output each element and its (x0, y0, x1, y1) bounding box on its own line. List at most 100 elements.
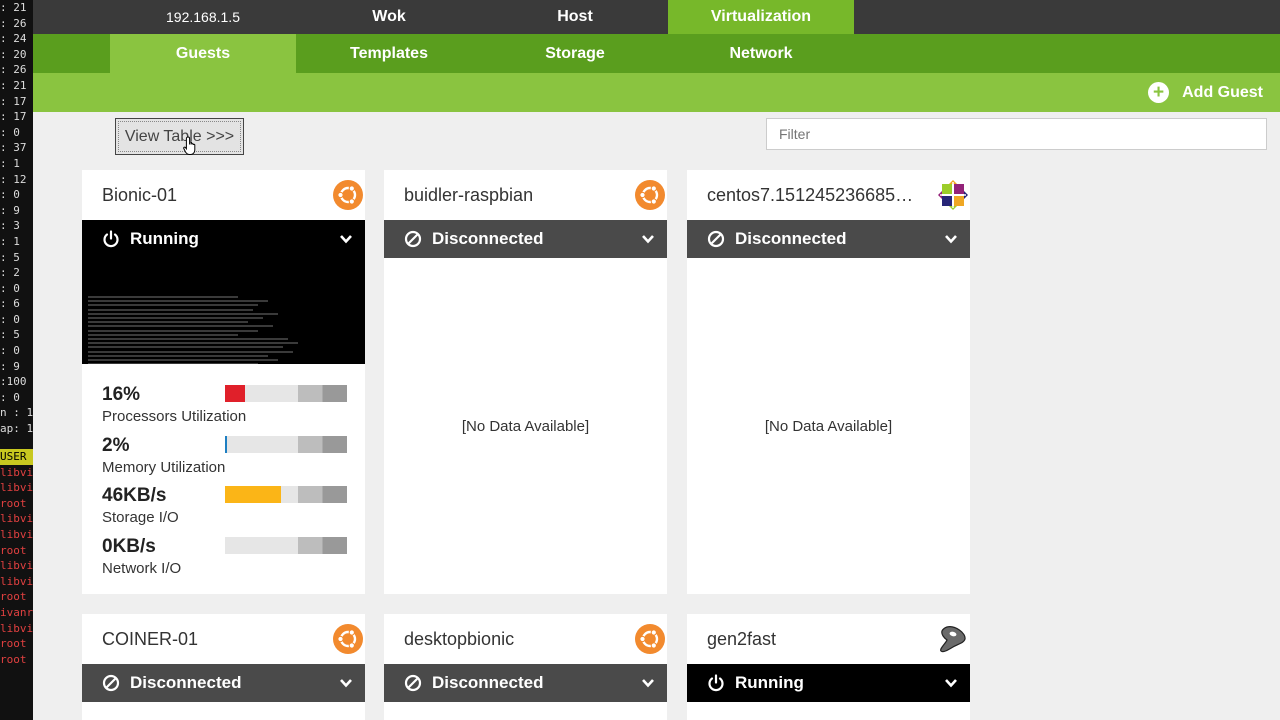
guest-state-bar[interactable]: Running (687, 664, 970, 702)
console-text-line (88, 304, 258, 307)
chevron-down-icon[interactable] (944, 676, 958, 690)
terminal-line: : 0 (0, 390, 20, 404)
console-text-line (88, 296, 238, 298)
guest-name: COINER-01 (102, 628, 199, 649)
terminal-line: libvi (0, 559, 33, 573)
chevron-down-icon[interactable] (339, 676, 353, 690)
console-text-line (88, 350, 293, 353)
top-nav-wok[interactable]: Wok (296, 0, 482, 34)
metric-processors: 16% Processors Utilization (102, 384, 347, 435)
add-guest-button[interactable]: + Add Guest (1148, 82, 1263, 103)
console-text-line (88, 329, 258, 332)
background-terminal: : 21: 26: 24: 20: 26: 21: 17: 17: 0: 37:… (0, 0, 33, 720)
chevron-down-icon[interactable] (641, 676, 655, 690)
terminal-line: : 6 (0, 297, 20, 311)
guest-card-desktopbionic[interactable]: desktopbionic Disconnected (384, 614, 667, 720)
metric-bar-fill (225, 435, 228, 453)
guest-console-preview[interactable] (82, 258, 365, 364)
terminal-line: : 1 (0, 234, 20, 248)
console-text-line (88, 317, 263, 319)
terminal-line: : 24 (0, 32, 27, 46)
terminal-line: libvi (0, 527, 33, 541)
top-nav-host-ip[interactable]: 192.168.1.5 (110, 0, 296, 34)
terminal-line: : 12 (0, 172, 27, 186)
guest-state: Disconnected (432, 229, 544, 248)
disconnected-icon (707, 230, 725, 248)
guest-name: buidler-raspbian (404, 184, 534, 205)
metric-memory: 2% Memory Utilization (102, 435, 347, 486)
plus-circle-icon: + (1148, 82, 1170, 103)
disconnected-icon (404, 674, 422, 692)
tab-storage[interactable]: Storage (482, 34, 668, 73)
terminal-line: : 0 (0, 344, 20, 358)
metric-network-io: 0KB/s Network I/O (102, 536, 347, 587)
console-text-line (88, 333, 238, 336)
guest-state-bar[interactable]: Disconnected (687, 220, 970, 258)
console-text-line (88, 325, 273, 328)
terminal-line: : 3 (0, 219, 20, 233)
guest-state-bar[interactable]: Disconnected (82, 664, 365, 702)
terminal-line: : 2 (0, 266, 20, 280)
tab-network[interactable]: Network (668, 34, 854, 73)
no-data-message: [No Data Available] (461, 417, 590, 435)
top-nav: 192.168.1.5 Wok Host Virtualization (33, 0, 1280, 34)
power-icon (708, 674, 724, 692)
terminal-line: : 20 (0, 47, 27, 61)
console-text-line (88, 312, 278, 315)
ubuntu-icon (635, 624, 665, 654)
sub-nav: Guests Templates Storage Network (33, 34, 1280, 73)
chevron-down-icon[interactable] (641, 232, 655, 246)
ubuntu-icon (333, 180, 363, 210)
terminal-line: USER (0, 449, 33, 465)
guest-card-buidler-raspbian[interactable]: buidler-raspbian Disconnected [No Data A… (384, 170, 667, 594)
terminal-line: root (0, 496, 27, 510)
terminal-line: : 1 (0, 156, 20, 170)
guest-card-header: COINER-01 (82, 614, 365, 664)
top-nav-virtualization[interactable]: Virtualization (668, 0, 854, 34)
console-text-line (88, 342, 298, 345)
terminal-line: ivanr (0, 605, 33, 619)
chevron-down-icon[interactable] (339, 232, 353, 246)
guest-state-bar[interactable]: Disconnected (384, 220, 667, 258)
guest-name: desktopbionic (404, 628, 515, 649)
terminal-line: : 26 (0, 63, 27, 77)
guest-name: centos7.151245236685… (707, 184, 914, 205)
guest-card-gen2fast[interactable]: gen2fast Running (687, 614, 970, 720)
top-nav-host[interactable]: Host (482, 0, 668, 34)
terminal-line: libvi (0, 465, 33, 479)
metric-bar-fill (225, 486, 282, 504)
console-text-line (88, 346, 283, 349)
terminal-line: : 21 (0, 78, 27, 92)
gentoo-icon (940, 626, 966, 653)
filter-input[interactable] (766, 118, 1267, 150)
console-text-line (88, 321, 248, 324)
metric-bar (225, 537, 347, 555)
chevron-down-icon[interactable] (944, 232, 958, 246)
terminal-line: :100 (0, 375, 27, 389)
guest-card-centos7[interactable]: centos7.151245236685… Disconnected [No D… (687, 170, 970, 594)
guest-state: Running (130, 229, 199, 248)
tab-templates[interactable]: Templates (296, 34, 482, 73)
guest-card-bionic-01[interactable]: Bionic-01 Running 16% Processors Utiliza… (82, 170, 365, 594)
guest-name: Bionic-01 (102, 184, 178, 205)
guest-card-coiner-01[interactable]: COINER-01 Disconnected (82, 614, 365, 720)
guest-state-bar[interactable]: Running (82, 220, 365, 258)
view-table-button[interactable]: View Table >>> (115, 118, 244, 155)
terminal-line: : 9 (0, 203, 20, 217)
metric-label: Network I/O (102, 560, 182, 578)
guest-state-bar[interactable]: Disconnected (384, 664, 667, 702)
console-text-line (88, 363, 258, 364)
terminal-line: : 17 (0, 94, 27, 108)
terminal-line: libvi (0, 481, 33, 495)
guest-card-header: buidler-raspbian (384, 170, 667, 220)
console-text-line (88, 359, 278, 361)
metric-storage-io: 46KB/s Storage I/O (102, 485, 347, 536)
action-bar: + Add Guest (33, 73, 1280, 112)
guest-state: Disconnected (432, 673, 544, 692)
disconnected-icon (404, 230, 422, 248)
metric-label: Storage I/O (102, 509, 179, 527)
metric-bar (225, 435, 347, 453)
tab-guests[interactable]: Guests (110, 34, 296, 73)
console-text-line (88, 338, 288, 340)
terminal-line: ap: 1 (0, 422, 33, 436)
